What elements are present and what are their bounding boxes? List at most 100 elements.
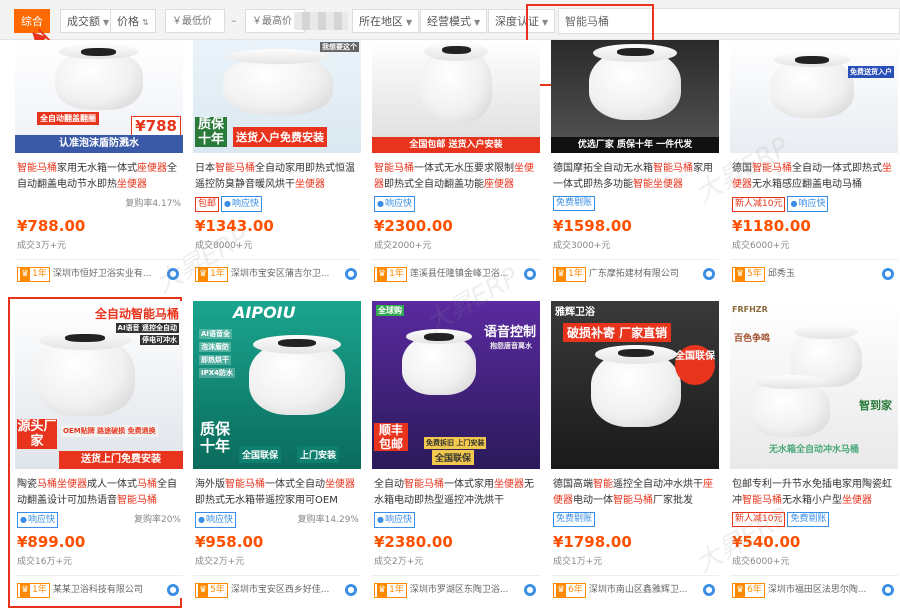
product-title[interactable]: 智能马桶一体式无水压要求限制坐便器即热式全自动翻盖功能座便器 <box>372 161 540 193</box>
title-segment: 即热式无水箱带遥控家用可OEM <box>195 495 338 506</box>
product-tags: 复购率4.17% <box>15 196 183 214</box>
product-card[interactable]: 雅辉卫浴 破损补寄 厂家直销 全国联保德国高端智能遥控全自动冲水烘干座便器电动一体智… <box>551 301 719 598</box>
deep-verify-filter[interactable]: 深度认证 ▼ <box>488 9 556 33</box>
product-title[interactable]: 包邮专利一升节水免插电家用陶瓷虹冲智能马桶无水箱小户型坐便器 <box>730 477 898 509</box>
product-image[interactable]: 全自动翻盖翻圈 ¥788 认准泡沫盾防溅水 <box>15 40 183 153</box>
shop-name[interactable]: 莲溪县任隆镇金峰卫浴... <box>410 269 509 279</box>
service-tag: 响应快 <box>195 512 236 528</box>
shop-name[interactable]: 邱秀玉 <box>768 269 795 279</box>
product-title[interactable]: 陶瓷马桶坐便器成人一体式马桶全自动翻盖设计可加热语音智能马桶 <box>15 477 183 509</box>
sales-volume: 成交2万+元 <box>195 557 245 567</box>
wangwang-chat-icon[interactable]: ● <box>882 584 894 596</box>
product-title[interactable]: 德国摩拓全自动无水箱智能马桶家用一体式即热多功能智能坐便器 <box>551 161 719 193</box>
price-min-input[interactable] <box>165 9 225 33</box>
wangwang-chat-icon[interactable]: ● <box>524 584 536 596</box>
shop-name[interactable]: 深圳市南山区鑫雅辉卫... <box>589 585 688 595</box>
title-segment: 成人一体式 <box>87 479 137 490</box>
wangwang-chat-icon[interactable]: ● <box>524 268 536 280</box>
search-input[interactable] <box>558 8 900 34</box>
thumb-bottom-strip: 全国包邮 送货入户安装 <box>372 137 540 153</box>
thumb-bottom-strip: 送货上门免费安装 <box>59 451 183 469</box>
title-segment: 即热式全自动翻盖功能 <box>384 179 484 190</box>
product-image[interactable]: 免费送货入户 <box>730 40 898 153</box>
title-segment: 遥控全自动冲水烘干 <box>613 479 703 490</box>
region-filter[interactable]: 所在地区 ▼ <box>352 9 420 33</box>
product-title[interactable]: 德国高端智能遥控全自动冲水烘干座便器电动一体智能马桶厂家批发 <box>551 477 719 509</box>
title-segment: 智能马桶 <box>613 495 653 506</box>
product-image[interactable]: AIPOIU AI语音全 泡沫盾防 即热烘干 IPX4防水 质保十年 全国联保 上门安装 <box>193 301 361 469</box>
product-card[interactable]: 我想要这个 质保十年 送货入户免费安装日本智能马桶全自动家用即热式恒温遥控防臭静音暖… <box>193 40 361 282</box>
product-card[interactable]: AIPOIU AI语音全 泡沫盾防 即热烘干 IPX4防水 质保十年 全国联保 上门安装海外版… <box>193 301 361 598</box>
business-mode-filter[interactable]: 经营模式 ▼ <box>420 9 488 33</box>
product-card[interactable]: 全国包邮 送货入户安装智能马桶一体式无水压要求限制坐便器即热式全自动翻盖功能座便… <box>372 40 540 282</box>
shop-row[interactable]: ♛ 1年 莲溪县任隆镇金峰卫浴... ● <box>372 266 540 282</box>
shop-row[interactable]: ♛ 1年 深圳市罗湖区东陶卫浴... ● <box>372 582 540 598</box>
toilet-control-panel <box>617 48 654 56</box>
product-title[interactable]: 全自动智能马桶一体式家用坐便器无水箱电动即热型遥控冲洗烘干 <box>372 477 540 509</box>
sort-volume-label: 成交额 <box>67 15 100 28</box>
wangwang-chat-icon[interactable]: ● <box>345 584 357 596</box>
sort-default-button[interactable]: 综合 <box>14 9 50 33</box>
product-price: ¥958.00 <box>195 533 264 551</box>
title-segment: 座便器 <box>484 179 514 190</box>
shop-name[interactable]: 深圳市宝安区西乡好佳... <box>231 585 330 595</box>
wangwang-chat-icon[interactable]: ● <box>882 268 894 280</box>
toilet-body <box>402 335 476 395</box>
product-image[interactable]: 我想要这个 质保十年 送货入户免费安装 <box>193 40 361 153</box>
product-image[interactable]: 优选厂家 质保十年 一件代发 <box>551 40 719 153</box>
product-image[interactable]: 雅辉卫浴 破损补寄 厂家直销 全国联保 <box>551 301 719 469</box>
title-segment: 智能马桶 <box>742 495 782 506</box>
product-title[interactable]: 智能马桶家用无水箱一体式座便器全自动翻盖电动节水即热坐便器 <box>15 161 183 193</box>
shop-name[interactable]: 深圳市罗湖区东陶卫浴... <box>410 585 509 595</box>
sales-volume: 成交3000+元 <box>553 241 611 251</box>
sort-volume-button[interactable]: 成交额 ▼ <box>60 9 117 33</box>
wangwang-chat-icon[interactable]: ● <box>345 268 357 280</box>
thumb-brand: 雅辉卫浴 <box>555 307 595 318</box>
shop-name[interactable]: 广东摩拓建材有限公司 <box>589 269 679 279</box>
title-segment: 马桶坐便器 <box>37 479 87 490</box>
shop-row[interactable]: ♛ 1年 深圳市恒好卫浴实业有... ● <box>15 266 183 282</box>
product-image[interactable]: FRFHZR 百色争鸣 智到家 无水箱全自动冲水马桶 <box>730 301 898 469</box>
shop-row[interactable]: ♛ 5年 邱秀玉 ● <box>730 266 898 282</box>
title-segment: 电动一体 <box>573 495 613 506</box>
title-segment: 智能马桶 <box>17 163 57 174</box>
product-image[interactable]: 全自动智能马桶 AI语音 遥控全自动 停电可冲水 源头厂家 OEM贴牌 路途破损 免费退… <box>15 301 183 469</box>
sort-price-button[interactable]: 价格 ⇅ <box>110 9 156 33</box>
repurchase-rate: 复购率20% <box>133 515 181 525</box>
shop-row[interactable]: ♛ 1年 某某卫浴科技有限公司 ● <box>15 582 183 598</box>
toilet-lid <box>794 325 858 339</box>
wangwang-chat-icon[interactable]: ● <box>703 584 715 596</box>
wangwang-chat-icon[interactable]: ● <box>703 268 715 280</box>
product-card[interactable]: 全自动翻盖翻圈 ¥788 认准泡沫盾防溅水智能马桶家用无水箱一体式座便器全自动翻盖电… <box>15 40 183 282</box>
product-tags: 响应快 复购率20% <box>15 512 183 530</box>
toilet-control-panel <box>424 333 454 341</box>
title-segment: 一体式无水压要求限制 <box>414 163 514 174</box>
divider <box>193 259 361 260</box>
shop-years: 5年 <box>747 269 762 279</box>
product-card[interactable]: 优选厂家 质保十年 一件代发德国摩拓全自动无水箱智能马桶家用一体式即热多功能智能… <box>551 40 719 282</box>
chevron-down-icon: ▼ <box>542 18 549 27</box>
product-title[interactable]: 海外版智能马桶一体式全自动坐便器即热式无水箱带遥控家用可OEM <box>193 477 361 509</box>
product-image[interactable]: 全国包邮 送货入户安装 <box>372 40 540 153</box>
product-title[interactable]: 日本智能马桶全自动家用即热式恒温遥控防臭静音暖风烘干坐便器 <box>193 161 361 193</box>
product-card[interactable]: FRFHZR 百色争鸣 智到家 无水箱全自动冲水马桶包邮专利一升节水免插电家用陶瓷虹冲… <box>730 301 898 598</box>
wangwang-chat-icon[interactable]: ● <box>167 268 179 280</box>
product-image[interactable]: 全球购 语音控制 抱怨唐音离水 顺丰包邮 免费拆旧 上门安装 全国联保 <box>372 301 540 469</box>
shop-name[interactable]: 深圳市福田区法思尔陶... <box>768 585 867 595</box>
product-title[interactable]: 德国智能马桶全自动一体式即热式坐便器无水箱感应翻盖电动马桶 <box>730 161 898 193</box>
product-card[interactable]: 免费送货入户 德国智能马桶全自动一体式即热式坐便器无水箱感应翻盖电动马桶 新人减10… <box>730 40 898 282</box>
shop-row[interactable]: ♛ 1年 广东摩拓建材有限公司 ● <box>551 266 719 282</box>
wangwang-chat-icon[interactable]: ● <box>167 584 179 596</box>
shop-row[interactable]: ♛ 5年 深圳市宝安区西乡好佳... ● <box>193 582 361 598</box>
shop-row[interactable]: ♛ 6年 深圳市南山区鑫雅辉卫... ● <box>551 582 719 598</box>
shop-name[interactable]: 某某卫浴科技有限公司 <box>53 585 143 595</box>
product-card[interactable]: 全球购 语音控制 抱怨唐音离水 顺丰包邮 免费拆旧 上门安装 全国联保全自动智能马桶一体式… <box>372 301 540 598</box>
thumb-corner-label: 我想要这个 <box>320 42 359 52</box>
shop-row[interactable]: ♛ 1年 深圳市宝安区蒲吉尔卫... ● <box>193 266 361 282</box>
service-tag: 免费剔账 <box>553 512 596 527</box>
title-segment: 智能马桶 <box>752 163 792 174</box>
shop-name[interactable]: 深圳市恒好卫浴实业有... <box>53 269 152 279</box>
shop-name[interactable]: 深圳市宝安区蒲吉尔卫... <box>231 269 330 279</box>
shop-row[interactable]: ♛ 6年 深圳市福田区法思尔陶... ● <box>730 582 898 598</box>
product-card[interactable]: 全自动智能马桶 AI语音 遥控全自动 停电可冲水 源头厂家 OEM贴牌 路途破损 免费退… <box>15 301 183 598</box>
